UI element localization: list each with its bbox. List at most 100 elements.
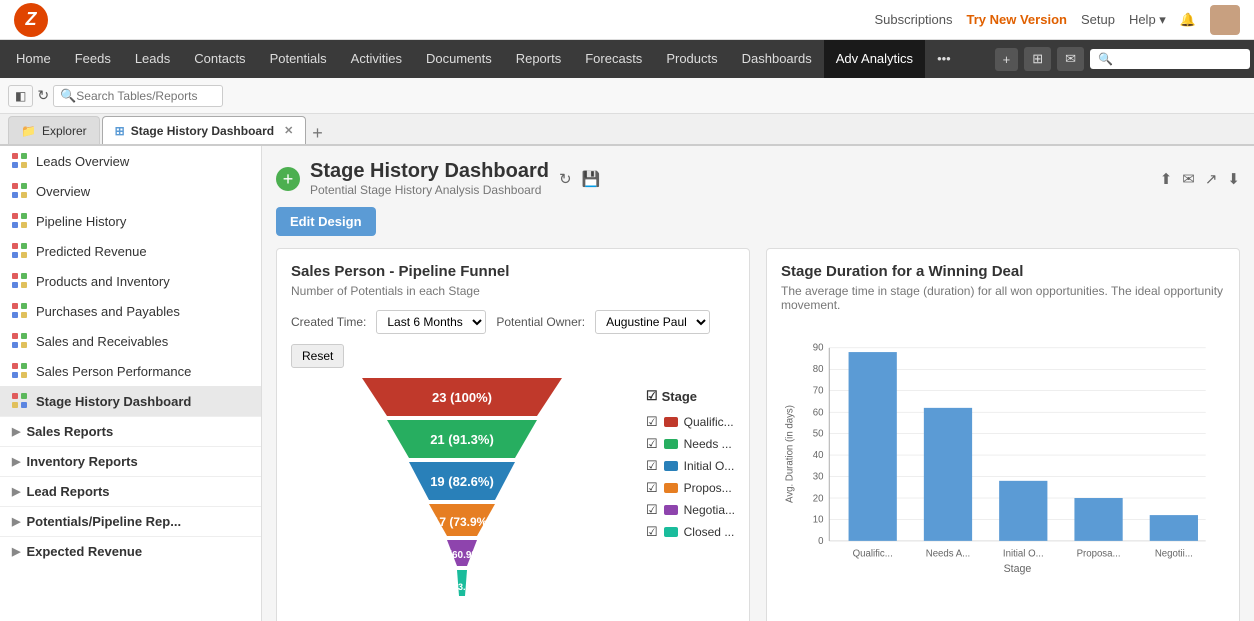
svg-text:21 (91.3%): 21 (91.3%)	[431, 432, 495, 447]
tab-close-icon[interactable]: ✕	[284, 124, 293, 137]
dashboard-save-btn[interactable]: 💾	[582, 170, 601, 188]
dashboard-actions: ⬆ ✉ ↗ ⬇	[1160, 170, 1240, 188]
legend-color-propos	[664, 483, 678, 493]
sidebar-item-purchases-and-payables[interactable]: Purchases and Payables	[0, 296, 261, 326]
legend-check-propos[interactable]: ☑	[646, 480, 658, 496]
nav-products[interactable]: Products	[654, 40, 729, 78]
sidebar-item-leads-overview[interactable]: Leads Overview	[0, 146, 261, 176]
legend-title: Stage	[662, 389, 697, 404]
nav-bar-right: + ⊞ ✉	[995, 47, 1250, 71]
svg-text:Negotii...: Negotii...	[1155, 548, 1193, 559]
owner-label: Potential Owner:	[496, 315, 585, 329]
nav-grid-btn[interactable]: ⊞	[1024, 47, 1051, 71]
add-widget-btn[interactable]: +	[276, 167, 300, 191]
inventory-reports-section[interactable]: ▶ Inventory Reports	[0, 446, 261, 476]
top-bar: Z Subscriptions Try New Version Setup He…	[0, 0, 1254, 40]
sidebar-item-products-and-inventory[interactable]: Products and Inventory	[0, 266, 261, 296]
nav-activities[interactable]: Activities	[339, 40, 414, 78]
funnel-svg-area: 23 (100%) 21 (91.3%) 19 (82.6%) 17 (73.9…	[291, 378, 634, 621]
sidebar-item-overview[interactable]: Overview	[0, 176, 261, 206]
owner-select[interactable]: Augustine Paul	[595, 310, 710, 334]
legend-item-closed: ☑ Closed ...	[646, 524, 735, 540]
legend-label-negotia: Negotia...	[684, 503, 735, 517]
legend-color-initial	[664, 461, 678, 471]
created-time-label: Created Time:	[291, 315, 366, 329]
stage-history-tab-label: Stage History Dashboard	[131, 124, 274, 138]
sales-reports-chevron: ▶	[12, 425, 20, 438]
sidebar-item-sales-and-receivables[interactable]: Sales and Receivables	[0, 326, 261, 356]
export-btn[interactable]: ⬆	[1160, 170, 1173, 188]
legend-color-closed	[664, 527, 678, 537]
dashboard-refresh-btn[interactable]: ↻	[559, 170, 572, 188]
edit-design-btn[interactable]: Edit Design	[276, 207, 376, 236]
legend-check-needs[interactable]: ☑	[646, 436, 658, 452]
lead-reports-section[interactable]: ▶ Lead Reports	[0, 476, 261, 506]
legend-label-needs: Needs ...	[684, 437, 732, 451]
bar-chart-svg: Avg. Duration (in days) 10 20 30 40	[781, 324, 1225, 584]
legend-color-negotia	[664, 505, 678, 515]
expected-revenue-section[interactable]: ▶ Expected Revenue	[0, 536, 261, 566]
svg-text:Stage: Stage	[1004, 563, 1032, 575]
bar-chart-panel: Stage Duration for a Winning Deal The av…	[766, 248, 1240, 621]
nav-home[interactable]: Home	[4, 40, 63, 78]
dashboard-title-block: Stage History Dashboard Potential Stage …	[310, 160, 549, 197]
nav-more[interactable]: •••	[925, 40, 963, 78]
nav-mail-btn[interactable]: ✉	[1057, 47, 1084, 71]
legend-item-negotia: ☑ Negotia...	[646, 502, 735, 518]
sidebar-item-predicted-revenue[interactable]: Predicted Revenue	[0, 236, 261, 266]
subscriptions-link[interactable]: Subscriptions	[874, 12, 952, 27]
panel-toggle-btn[interactable]: ◧	[8, 85, 33, 107]
legend-check-negotia[interactable]: ☑	[646, 502, 658, 518]
nav-dashboards[interactable]: Dashboards	[730, 40, 824, 78]
reset-btn[interactable]: Reset	[291, 344, 344, 368]
legend-check-closed[interactable]: ☑	[646, 524, 658, 540]
avatar[interactable]	[1210, 5, 1240, 35]
sidebar-item-sales-person-performance[interactable]: Sales Person Performance	[0, 356, 261, 386]
nav-leads[interactable]: Leads	[123, 40, 182, 78]
mail-btn[interactable]: ✉	[1182, 170, 1195, 188]
nav-reports[interactable]: Reports	[504, 40, 574, 78]
svg-text:60: 60	[813, 407, 824, 418]
nav-add-btn[interactable]: +	[995, 48, 1019, 71]
expected-revenue-chevron: ▶	[12, 545, 20, 558]
bar-chart-area: Avg. Duration (in days) 10 20 30 40	[781, 324, 1225, 587]
sidebar-item-stage-history-dashboard[interactable]: Stage History Dashboard	[0, 386, 261, 416]
nav-forecasts[interactable]: Forecasts	[573, 40, 654, 78]
pipeline-history-label: Pipeline History	[36, 214, 126, 229]
explorer-tab[interactable]: 📁 Explorer	[8, 116, 100, 144]
legend-check-qualific[interactable]: ☑	[646, 414, 658, 430]
help-link[interactable]: Help ▾	[1129, 12, 1166, 28]
nav-adv-analytics[interactable]: Adv Analytics	[824, 40, 925, 78]
nav-feeds[interactable]: Feeds	[63, 40, 123, 78]
nav-contacts[interactable]: Contacts	[182, 40, 257, 78]
created-time-select[interactable]: Last 6 Months Last Month Last Year	[376, 310, 486, 334]
sales-reports-section[interactable]: ▶ Sales Reports	[0, 416, 261, 446]
sidebar-item-pipeline-history[interactable]: Pipeline History	[0, 206, 261, 236]
setup-link[interactable]: Setup	[1081, 12, 1115, 27]
search-tables-input[interactable]	[76, 89, 216, 103]
bar-qualific	[849, 352, 897, 541]
inventory-reports-chevron: ▶	[12, 455, 20, 468]
top-bar-right: Subscriptions Try New Version Setup Help…	[874, 5, 1240, 35]
stage-history-tab[interactable]: ⊞ Stage History Dashboard ✕	[102, 116, 307, 144]
notification-bell-icon[interactable]: 🔔	[1180, 12, 1196, 28]
try-new-version-link[interactable]: Try New Version	[967, 12, 1067, 27]
sales-person-performance-icon	[12, 363, 28, 379]
products-inventory-icon	[12, 273, 28, 289]
refresh-btn[interactable]: ↻	[37, 87, 49, 104]
legend-item-needs: ☑ Needs ...	[646, 436, 735, 452]
svg-text:1 (60.9%): 1 (60.9%)	[441, 550, 484, 561]
share-btn[interactable]: ↗	[1205, 170, 1218, 188]
legend-check-initial[interactable]: ☑	[646, 458, 658, 474]
nav-documents[interactable]: Documents	[414, 40, 504, 78]
nav-potentials[interactable]: Potentials	[258, 40, 339, 78]
main-layout: Leads Overview Overview Pipeline History	[0, 146, 1254, 621]
download-btn[interactable]: ⬇	[1227, 170, 1240, 188]
svg-text:30: 30	[813, 472, 824, 483]
funnel-chart: 23 (100%) 21 (91.3%) 19 (82.6%) 17 (73.9…	[352, 378, 572, 618]
nav-search-input[interactable]	[1090, 49, 1250, 69]
tab-add-btn[interactable]: +	[308, 123, 327, 144]
potentials-pipeline-section[interactable]: ▶ Potentials/Pipeline Rep...	[0, 506, 261, 536]
svg-text:20: 20	[813, 493, 824, 504]
bar-needs	[924, 408, 972, 541]
